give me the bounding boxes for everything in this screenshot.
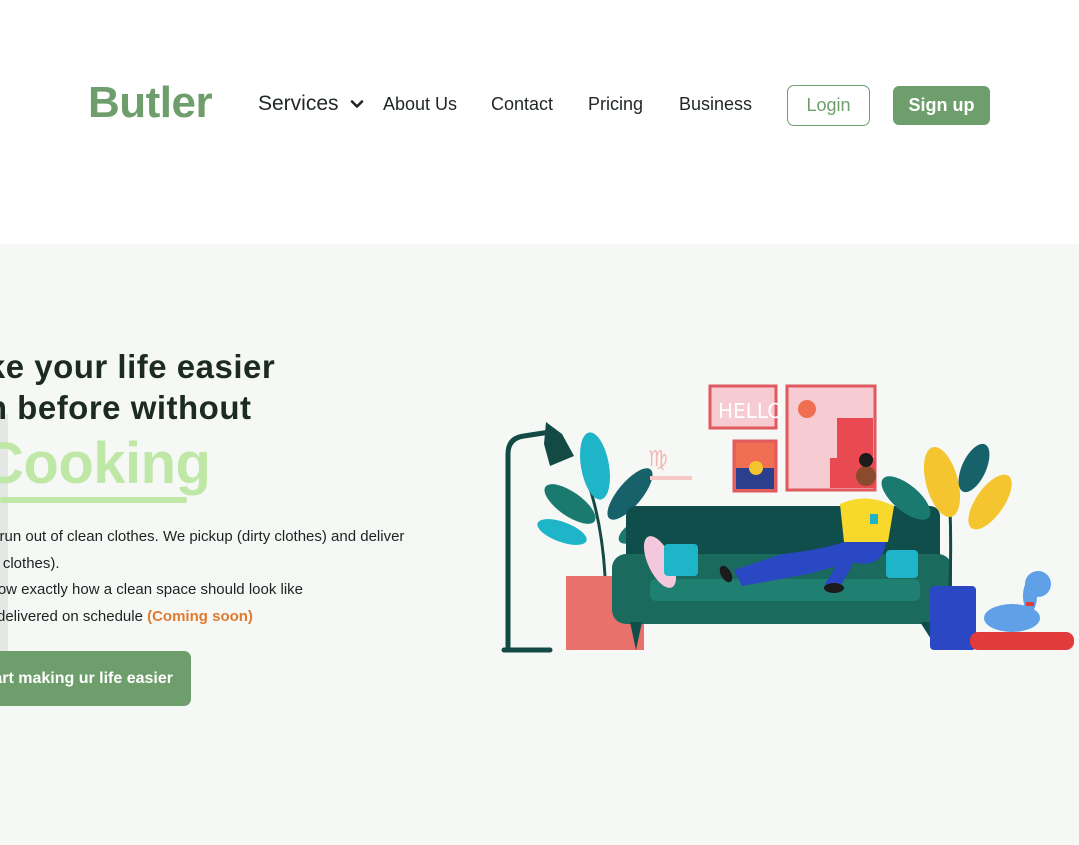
wall-posters: HELLO bbox=[708, 384, 877, 493]
nav-business[interactable]: Business bbox=[679, 94, 752, 115]
nav-contact[interactable]: Contact bbox=[491, 94, 553, 115]
nav-about[interactable]: About Us bbox=[383, 94, 457, 115]
svg-text:♍: ♍ bbox=[648, 447, 668, 472]
brand-logo[interactable]: Butler bbox=[88, 78, 213, 128]
coming-soon-badge: (Coming soon) bbox=[147, 607, 253, 625]
hero-body-line1: er run out of clean clothes. We pickup (… bbox=[0, 528, 405, 545]
site-header: Butler Services About Us Contact Pricing… bbox=[0, 0, 1079, 244]
chevron-down-icon bbox=[350, 100, 363, 108]
login-button[interactable]: Login bbox=[787, 85, 870, 126]
hero-body-line4: ls delivered on schedule (Coming soon) bbox=[0, 604, 404, 631]
nav-services-label: Services bbox=[258, 92, 339, 115]
hero-highlight-word: Cooking bbox=[0, 431, 211, 496]
hero-section: ake your life easier an before without C… bbox=[0, 244, 1079, 845]
signup-button[interactable]: Sign up bbox=[893, 86, 990, 125]
hero-description: er run out of clean clothes. We pickup (… bbox=[0, 524, 404, 630]
hero-body-line3: know exactly how a clean space should lo… bbox=[0, 581, 304, 598]
hero-headline-line2: an before without bbox=[0, 389, 252, 426]
nav-services[interactable]: Services bbox=[258, 92, 365, 116]
hero-headline: ake your life easier an before without bbox=[0, 346, 275, 428]
cta-button[interactable]: tart making ur life easier bbox=[0, 651, 191, 706]
hero-body-line4-text: ls delivered on schedule bbox=[0, 607, 143, 625]
poster-hello-text: HELLO bbox=[718, 399, 783, 423]
hero-headline-line1: ake your life easier bbox=[0, 348, 276, 385]
dog-icon bbox=[970, 571, 1074, 650]
nav-pricing[interactable]: Pricing bbox=[588, 94, 643, 115]
hero-body-line2: an clothes). bbox=[0, 554, 60, 572]
highlight-underline bbox=[0, 497, 187, 503]
couch-person-illustration: ♍ HELLO bbox=[501, 384, 1074, 653]
